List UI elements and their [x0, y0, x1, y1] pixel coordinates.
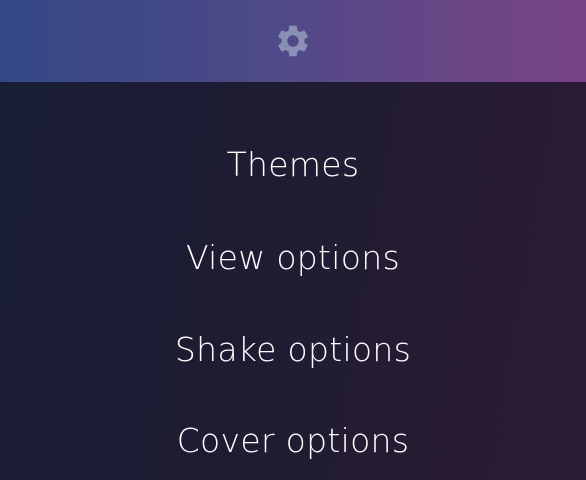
menu-item-shake-options[interactable]: Shake options	[0, 325, 586, 375]
settings-header	[0, 0, 586, 82]
menu-item-themes[interactable]: Themes	[0, 140, 586, 190]
settings-menu: Themes View options Shake options Cover …	[0, 82, 586, 480]
menu-item-cover-options[interactable]: Cover options	[0, 416, 586, 466]
menu-item-view-options[interactable]: View options	[0, 233, 586, 283]
settings-screen: Themes View options Shake options Cover …	[0, 0, 586, 480]
gear-icon[interactable]	[274, 22, 312, 60]
